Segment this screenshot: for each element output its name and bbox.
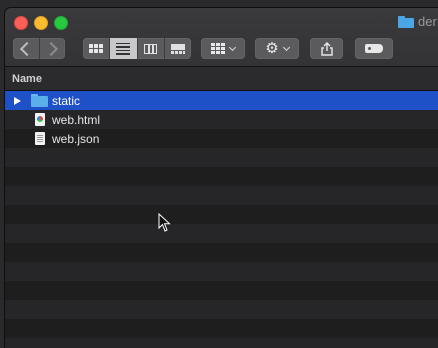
titlebar: der ⚙ bbox=[5, 8, 438, 67]
empty-row bbox=[5, 167, 438, 186]
gear-icon: ⚙ bbox=[265, 40, 279, 57]
file-name: web.html bbox=[52, 112, 101, 127]
list-view-button[interactable] bbox=[110, 38, 138, 59]
folder-icon bbox=[398, 15, 414, 28]
file-name: web.json bbox=[52, 131, 100, 146]
list-item-web-html[interactable]: web.html bbox=[5, 110, 438, 129]
finder-window: der ⚙ Name static web.html web.json bbox=[5, 8, 438, 348]
icon-grid-icon bbox=[89, 44, 104, 53]
tag-icon bbox=[365, 44, 383, 53]
icon-view-button[interactable] bbox=[83, 38, 111, 59]
folder-icon bbox=[31, 94, 48, 107]
tags-button[interactable] bbox=[355, 38, 393, 59]
minimize-button[interactable] bbox=[34, 16, 48, 30]
chevron-right-icon bbox=[43, 41, 58, 56]
list-item-web-json[interactable]: web.json bbox=[5, 129, 438, 148]
share-icon bbox=[320, 41, 333, 56]
list-icon bbox=[116, 42, 131, 55]
zoom-button[interactable] bbox=[54, 16, 68, 30]
forward-button[interactable] bbox=[40, 38, 66, 59]
cover-flow-view-button[interactable] bbox=[165, 38, 191, 59]
empty-row bbox=[5, 262, 438, 281]
empty-row bbox=[5, 205, 438, 224]
empty-row bbox=[5, 224, 438, 243]
close-button[interactable] bbox=[14, 16, 28, 30]
empty-row bbox=[5, 186, 438, 205]
empty-row bbox=[5, 281, 438, 300]
action-menu-button[interactable]: ⚙ bbox=[255, 38, 299, 59]
group-grid-icon bbox=[211, 43, 225, 54]
window-title-text: der bbox=[418, 14, 437, 29]
columns-icon bbox=[144, 43, 158, 54]
file-name: static bbox=[52, 93, 81, 108]
window-title: der bbox=[398, 14, 437, 29]
empty-row bbox=[5, 243, 438, 262]
chevron-down-icon bbox=[282, 43, 290, 51]
empty-row bbox=[5, 319, 438, 338]
empty-row bbox=[5, 338, 438, 348]
disclosure-triangle-icon[interactable] bbox=[14, 96, 21, 105]
back-button[interactable] bbox=[13, 38, 40, 59]
column-view-button[interactable] bbox=[138, 38, 165, 59]
empty-row bbox=[5, 148, 438, 167]
share-button[interactable] bbox=[310, 38, 343, 59]
nav-buttons bbox=[13, 38, 65, 59]
group-by-button[interactable] bbox=[201, 38, 245, 59]
html-file-icon bbox=[35, 113, 45, 126]
chevron-down-icon bbox=[228, 43, 237, 51]
empty-row bbox=[5, 300, 438, 319]
view-switcher bbox=[83, 38, 191, 59]
cover-flow-icon bbox=[170, 43, 185, 54]
list-item-static[interactable]: static bbox=[5, 91, 438, 110]
name-column-header[interactable]: Name bbox=[5, 67, 438, 91]
chevron-left-icon bbox=[20, 41, 35, 56]
column-header-label: Name bbox=[12, 72, 42, 85]
json-file-icon bbox=[35, 132, 45, 145]
mouse-pointer-icon bbox=[158, 213, 171, 232]
file-list: static web.html web.json bbox=[5, 91, 438, 348]
